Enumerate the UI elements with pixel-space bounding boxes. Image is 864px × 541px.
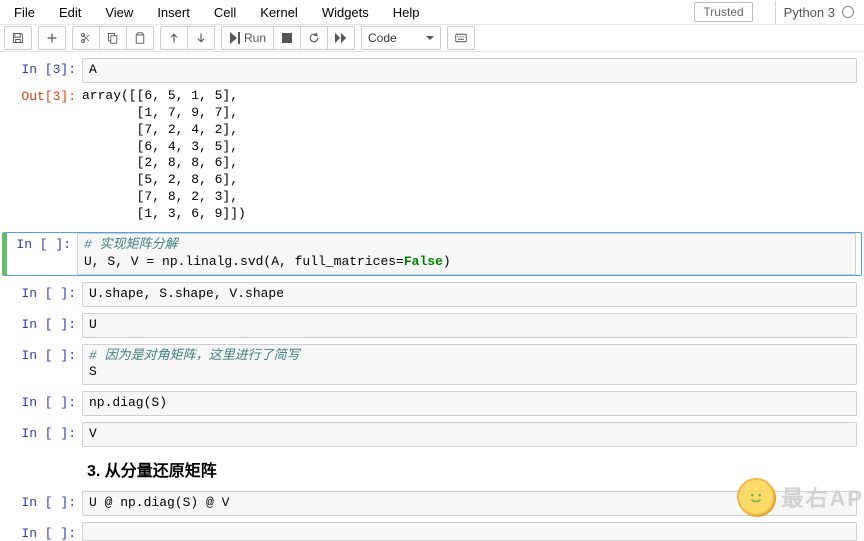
watermark-text: 最右AP (781, 481, 864, 513)
menu-file[interactable]: File (2, 1, 47, 24)
copy-button[interactable] (99, 26, 127, 50)
watermark-face-icon (737, 478, 775, 516)
plus-icon (46, 32, 58, 44)
command-palette-button[interactable] (447, 26, 475, 50)
in-prompt: In [ ]: (7, 344, 82, 386)
cell-input[interactable]: A (82, 58, 857, 83)
paste-button[interactable] (126, 26, 154, 50)
code-cell[interactable]: In [ ]: V (2, 422, 862, 447)
in-prompt: In [3]: (7, 58, 82, 83)
menu-widgets[interactable]: Widgets (310, 1, 381, 24)
kernel-idle-icon (842, 6, 854, 18)
in-prompt: In [ ]: (7, 282, 82, 307)
menu-insert[interactable]: Insert (145, 1, 202, 24)
code-cell[interactable]: In [ ]: U.shape, S.shape, V.shape (2, 282, 862, 307)
restart-icon (308, 32, 320, 44)
cell-type-select[interactable]: Code (361, 26, 441, 50)
run-label: Run (244, 31, 266, 45)
cell-output: array([[6, 5, 1, 5], [1, 7, 9, 7], [7, 2… (82, 85, 857, 226)
cell-input[interactable]: U (82, 313, 857, 338)
menu-kernel[interactable]: Kernel (248, 1, 310, 24)
menu-edit[interactable]: Edit (47, 1, 93, 24)
notebook-area: In [3]: A Out[3]: array([[6, 5, 1, 5], [… (0, 52, 864, 541)
in-prompt: In [ ]: (7, 233, 77, 275)
floppy-icon (12, 32, 24, 44)
save-button[interactable] (4, 26, 32, 50)
cut-button[interactable] (72, 26, 100, 50)
cell-input[interactable] (82, 522, 857, 541)
out-prompt: Out[3]: (7, 85, 82, 226)
in-prompt: In [ ]: (7, 313, 82, 338)
code-cell[interactable]: In [ ]: (2, 522, 862, 541)
fast-forward-icon (335, 32, 347, 44)
scissors-icon (80, 32, 92, 44)
markdown-cell[interactable]: 3. 从分量还原矩阵 (2, 457, 862, 481)
watermark: 最右AP (737, 478, 864, 516)
move-up-button[interactable] (160, 26, 188, 50)
menu-cell[interactable]: Cell (202, 1, 248, 24)
in-prompt: In [ ]: (7, 391, 82, 416)
in-prompt: In [ ]: (7, 491, 82, 516)
code-cell[interactable]: In [3]: A (2, 58, 862, 83)
section-heading: 3. 从分量还原矩阵 (87, 457, 217, 481)
play-step-icon (229, 32, 241, 44)
output-area: Out[3]: array([[6, 5, 1, 5], [1, 7, 9, 7… (2, 85, 862, 226)
code-cell[interactable]: In [ ]: # 因为是对角矩阵，这里进行了简写 S (2, 344, 862, 386)
restart-button[interactable] (300, 26, 328, 50)
menu-help[interactable]: Help (381, 1, 432, 24)
code-cell[interactable]: In [ ]: np.diag(S) (2, 391, 862, 416)
arrow-up-icon (168, 32, 180, 44)
keyboard-icon (455, 32, 467, 44)
in-prompt: In [ ]: (7, 422, 82, 447)
arrow-down-icon (195, 32, 207, 44)
code-comment: # 因为是对角矩阵，这里进行了简写 (89, 348, 300, 363)
menu-view[interactable]: View (93, 1, 145, 24)
stop-icon (281, 32, 293, 44)
move-down-button[interactable] (187, 26, 215, 50)
paste-icon (134, 32, 146, 44)
menubar: File Edit View Insert Cell Kernel Widget… (0, 0, 864, 25)
code-cell[interactable]: In [ ]: U (2, 313, 862, 338)
code-cell-selected[interactable]: In [ ]: # 实现矩阵分解 U, S, V = np.linalg.svd… (2, 232, 862, 276)
kernel-name: Python 3 (784, 5, 835, 20)
cell-input[interactable]: np.diag(S) (82, 391, 857, 416)
toolbar: Run Code (0, 25, 864, 52)
code-comment: # 实现矩阵分解 (84, 237, 178, 252)
run-button[interactable]: Run (221, 26, 274, 50)
pencil-icon[interactable] (759, 4, 771, 20)
code-cell[interactable]: In [ ]: U @ np.diag(S) @ V (2, 491, 862, 516)
add-cell-button[interactable] (38, 26, 66, 50)
kernel-indicator[interactable]: Python 3 (775, 1, 862, 24)
interrupt-button[interactable] (273, 26, 301, 50)
copy-icon (107, 32, 119, 44)
restart-run-all-button[interactable] (327, 26, 355, 50)
cell-input[interactable]: # 实现矩阵分解 U, S, V = np.linalg.svd(A, full… (77, 233, 856, 275)
in-prompt: In [ ]: (7, 522, 82, 541)
cell-input[interactable]: # 因为是对角矩阵，这里进行了简写 S (82, 344, 857, 386)
cell-input[interactable]: U.shape, S.shape, V.shape (82, 282, 857, 307)
cell-input[interactable]: V (82, 422, 857, 447)
trusted-badge[interactable]: Trusted (694, 2, 752, 22)
